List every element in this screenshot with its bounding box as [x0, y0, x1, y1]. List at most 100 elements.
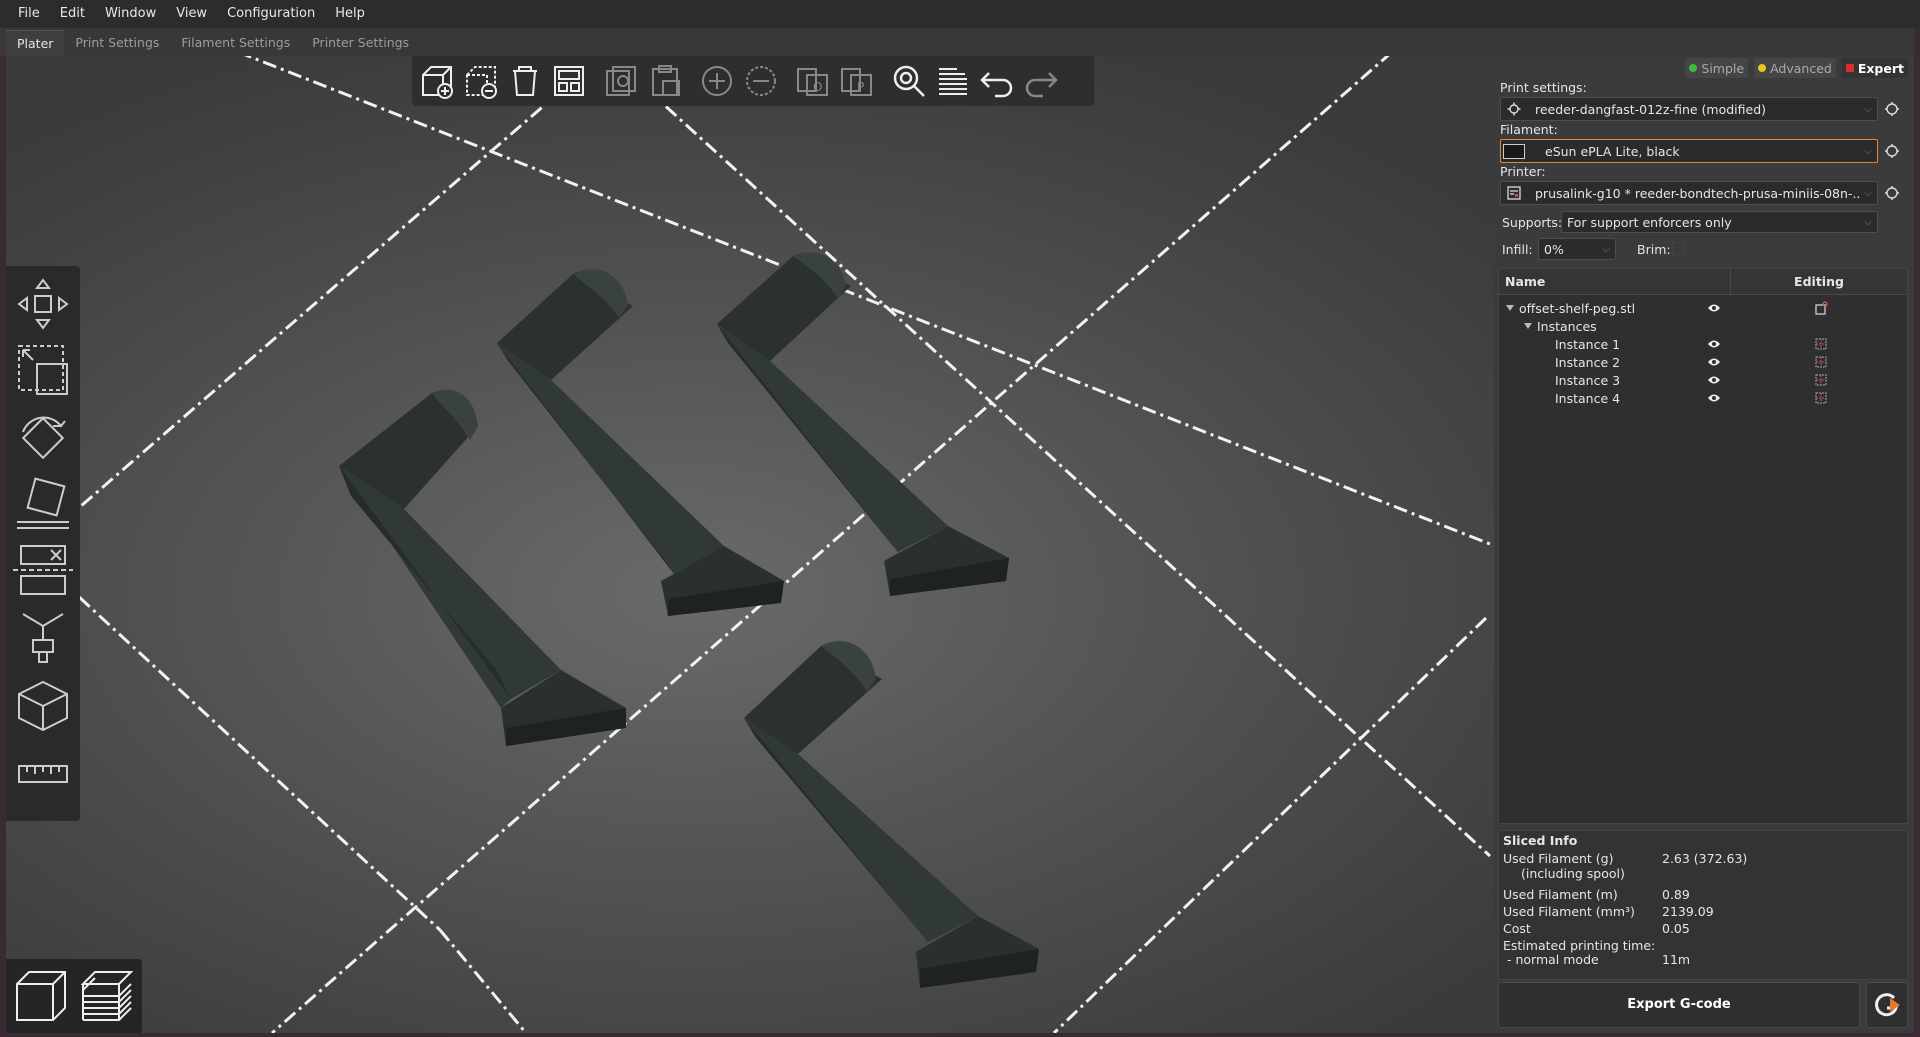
printer-combo[interactable]: prusalink-g10 * reeder-bondtech-prusa-mi…: [1500, 181, 1878, 205]
delete-all-button[interactable]: [504, 60, 546, 102]
menu-file[interactable]: File: [8, 0, 50, 28]
copy-button[interactable]: [600, 60, 642, 102]
eye-icon[interactable]: [1707, 339, 1721, 349]
gear-icon: [1501, 102, 1527, 116]
eye-icon[interactable]: [1707, 357, 1721, 367]
cut-button[interactable]: [11, 538, 75, 602]
menu-window[interactable]: Window: [95, 0, 166, 28]
sliced-info-value: 0.05: [1662, 921, 1690, 936]
delete-all-icon: [513, 66, 537, 96]
chevron-down-icon: ⌵: [1864, 103, 1872, 115]
eye-icon[interactable]: [1707, 375, 1721, 385]
print-settings-edit-icon[interactable]: [1884, 101, 1900, 117]
peg-instance-4[interactable]: [744, 641, 1039, 988]
send-gcode-button[interactable]: [1866, 982, 1908, 1028]
sliced-info-key: Used Filament (mm³): [1503, 904, 1635, 919]
instance-settings-icon[interactable]: [1814, 391, 1828, 405]
measure-button[interactable]: [11, 742, 75, 806]
rotate-button[interactable]: [11, 406, 75, 470]
move-button[interactable]: [11, 272, 75, 336]
eye-icon[interactable]: [1707, 303, 1721, 313]
object-name: offset-shelf-peg.stl: [1519, 300, 1636, 316]
sliced-info-key: Estimated printing time:: [1503, 938, 1656, 953]
tab-printer-settings[interactable]: Printer Settings: [301, 30, 420, 56]
peg-instance-3[interactable]: [717, 252, 1009, 596]
rotate-icon: [21, 416, 66, 460]
mode-simple-button[interactable]: Simple: [1685, 58, 1749, 78]
menu-configuration[interactable]: Configuration: [217, 0, 325, 28]
expand-triangle-icon[interactable]: [1524, 323, 1532, 329]
tab-filament-settings[interactable]: Filament Settings: [170, 30, 301, 56]
redo-button[interactable]: [1020, 60, 1062, 102]
supports-label: Supports:: [1502, 215, 1563, 230]
tab-print-settings[interactable]: Print Settings: [64, 30, 170, 56]
add-instance-icon: [702, 66, 732, 96]
seam-paint-button[interactable]: [11, 674, 75, 738]
add-button[interactable]: [416, 60, 458, 102]
remove-instance-button[interactable]: [740, 60, 782, 102]
paste-button[interactable]: [644, 60, 686, 102]
undo-button[interactable]: [976, 60, 1018, 102]
top-toolbar: O P: [412, 56, 1094, 106]
tab-bar: Plater Print Settings Filament Settings …: [0, 28, 1920, 56]
menu-edit[interactable]: Edit: [50, 0, 95, 28]
instances-row[interactable]: Instances: [1499, 317, 1907, 335]
filament-edit-icon[interactable]: [1884, 143, 1900, 159]
sliced-info-row: - normal mode 11m: [1503, 952, 1907, 972]
filament-combo[interactable]: eSun ePLA Lite, black ⌵: [1500, 139, 1878, 163]
export-gcode-button[interactable]: Export G-code: [1498, 982, 1860, 1028]
brim-label: Brim:: [1637, 242, 1671, 257]
object-row[interactable]: offset-shelf-peg.stl: [1499, 299, 1907, 317]
menu-help[interactable]: Help: [325, 0, 375, 28]
printer-edit-icon[interactable]: [1884, 185, 1900, 201]
infill-combo[interactable]: 0% ⌵: [1538, 238, 1616, 260]
scale-button[interactable]: [11, 338, 75, 402]
3d-scene[interactable]: [6, 56, 1494, 1033]
chevron-down-icon: ⌵: [1864, 216, 1872, 228]
3d-viewport[interactable]: O P: [6, 56, 1494, 1033]
3d-view-button[interactable]: [10, 965, 72, 1027]
eye-icon[interactable]: [1707, 393, 1721, 403]
layers-editing-button[interactable]: [932, 60, 974, 102]
cube-icon: [16, 971, 66, 1021]
sliced-info-row: Cost 0.05: [1503, 921, 1907, 938]
search-button[interactable]: [888, 60, 930, 102]
window-border: [1914, 28, 1920, 1037]
place-on-face-button[interactable]: [11, 472, 75, 536]
mode-advanced-button[interactable]: Advanced: [1754, 58, 1836, 78]
sliced-info-value: 2.63 (372.63): [1662, 851, 1748, 866]
search-icon: [893, 65, 925, 97]
column-name-header[interactable]: Name: [1499, 269, 1731, 294]
support-paint-button[interactable]: [11, 606, 75, 670]
arrange-button[interactable]: [548, 60, 590, 102]
object-list[interactable]: Name Editing offset-shelf-peg.stl Instan…: [1498, 268, 1908, 824]
instance-settings-icon[interactable]: [1814, 337, 1828, 351]
expand-triangle-icon[interactable]: [1506, 305, 1514, 311]
menu-view[interactable]: View: [166, 0, 217, 28]
split-objects-button[interactable]: O: [792, 60, 834, 102]
split-parts-button[interactable]: P: [836, 60, 878, 102]
add-instance-button[interactable]: [696, 60, 738, 102]
brim-checkbox[interactable]: [1672, 242, 1685, 255]
move-icon: [17, 278, 69, 330]
printer-label: Printer:: [1500, 164, 1546, 179]
instance-label: Instance 2: [1555, 354, 1621, 370]
instance-row[interactable]: Instance 4: [1499, 389, 1907, 407]
instance-settings-icon[interactable]: [1814, 373, 1828, 387]
instance-row[interactable]: Instance 3: [1499, 371, 1907, 389]
sliced-info-key: - normal mode: [1507, 952, 1599, 967]
edit-settings-icon[interactable]: [1814, 301, 1828, 315]
delete-button[interactable]: [460, 60, 502, 102]
mode-expert-button[interactable]: Expert: [1841, 58, 1908, 78]
instance-settings-icon[interactable]: [1814, 355, 1828, 369]
preview-button[interactable]: [76, 965, 138, 1027]
supports-combo[interactable]: For support enforcers only ⌵: [1561, 211, 1878, 233]
instance-row[interactable]: Instance 2: [1499, 353, 1907, 371]
supports-value: For support enforcers only: [1567, 214, 1732, 230]
mode-selector: Simple Advanced Expert: [1685, 58, 1908, 78]
instance-row[interactable]: Instance 1: [1499, 335, 1907, 353]
column-editing-header[interactable]: Editing: [1731, 269, 1907, 294]
tab-plater[interactable]: Plater: [6, 30, 65, 56]
print-settings-combo[interactable]: reeder-dangfast-012z-fine (modified) ⌵: [1500, 97, 1878, 121]
seam-paint-icon: [18, 680, 68, 732]
